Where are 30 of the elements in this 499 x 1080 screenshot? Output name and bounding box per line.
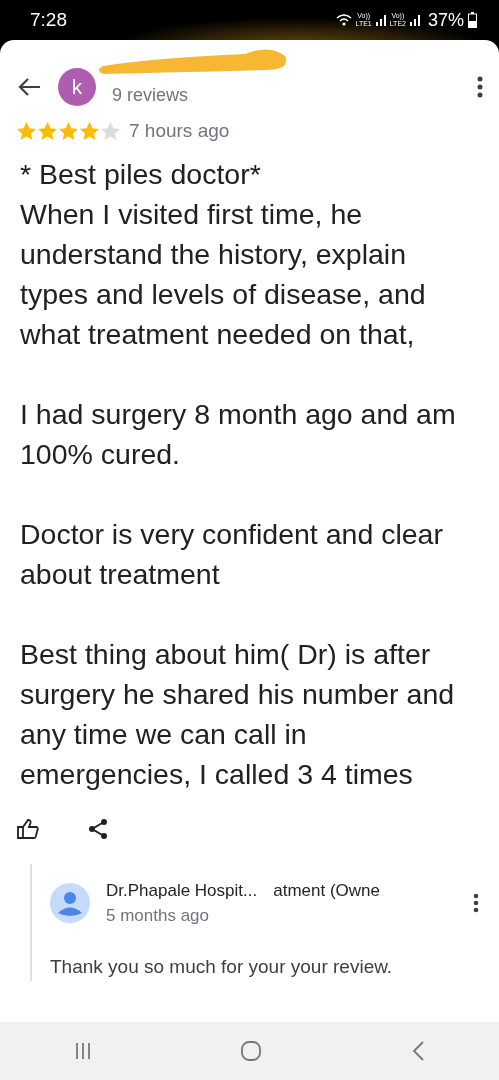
home-icon[interactable] <box>239 1040 262 1062</box>
review-paragraph: I had surgery 8 month ago and am 100% cured. <box>20 396 457 472</box>
review-paragraph: * Best piles doctor* When I visited first time, he understand the history, explain types and levels of disease, and what treatment needed on that, <box>20 156 427 352</box>
signal-icon <box>375 14 386 26</box>
star-icon <box>79 121 100 142</box>
person-icon <box>50 883 90 923</box>
thumbs-up-icon[interactable] <box>16 817 40 840</box>
star-icon <box>58 121 79 142</box>
signal-icon <box>409 14 420 26</box>
review-time: 7 hours ago <box>129 119 230 143</box>
battery-icon <box>468 12 477 28</box>
reply-text: Thank you so much for your your review. <box>50 954 394 979</box>
star-icon <box>100 121 121 142</box>
review-count: 9 reviews <box>112 84 189 107</box>
back-icon[interactable] <box>16 75 42 98</box>
battery-percent: 37% <box>427 8 464 32</box>
avatar: k <box>58 67 96 106</box>
star-icon <box>37 121 58 142</box>
reply-time: 5 months ago <box>106 905 210 927</box>
share-icon[interactable] <box>88 817 108 840</box>
more-options-icon[interactable] <box>473 893 479 913</box>
recent-apps-icon[interactable] <box>74 1041 91 1061</box>
owner-name: atment (Owne <box>273 879 380 902</box>
more-options-icon[interactable] <box>477 75 483 98</box>
wifi-icon <box>335 13 352 27</box>
owner-name: Dr.Phapale Hospit... <box>106 879 258 902</box>
status-time: 7:28 <box>30 7 67 32</box>
review-paragraph: Best thing about him( Dr) is after surgery he shared his number and any time we can call in emergencies, I called 3 4 times <box>20 636 456 792</box>
review-paragraph: Doctor is very confident and clear about treatment <box>20 516 444 592</box>
star-icon <box>16 121 37 142</box>
